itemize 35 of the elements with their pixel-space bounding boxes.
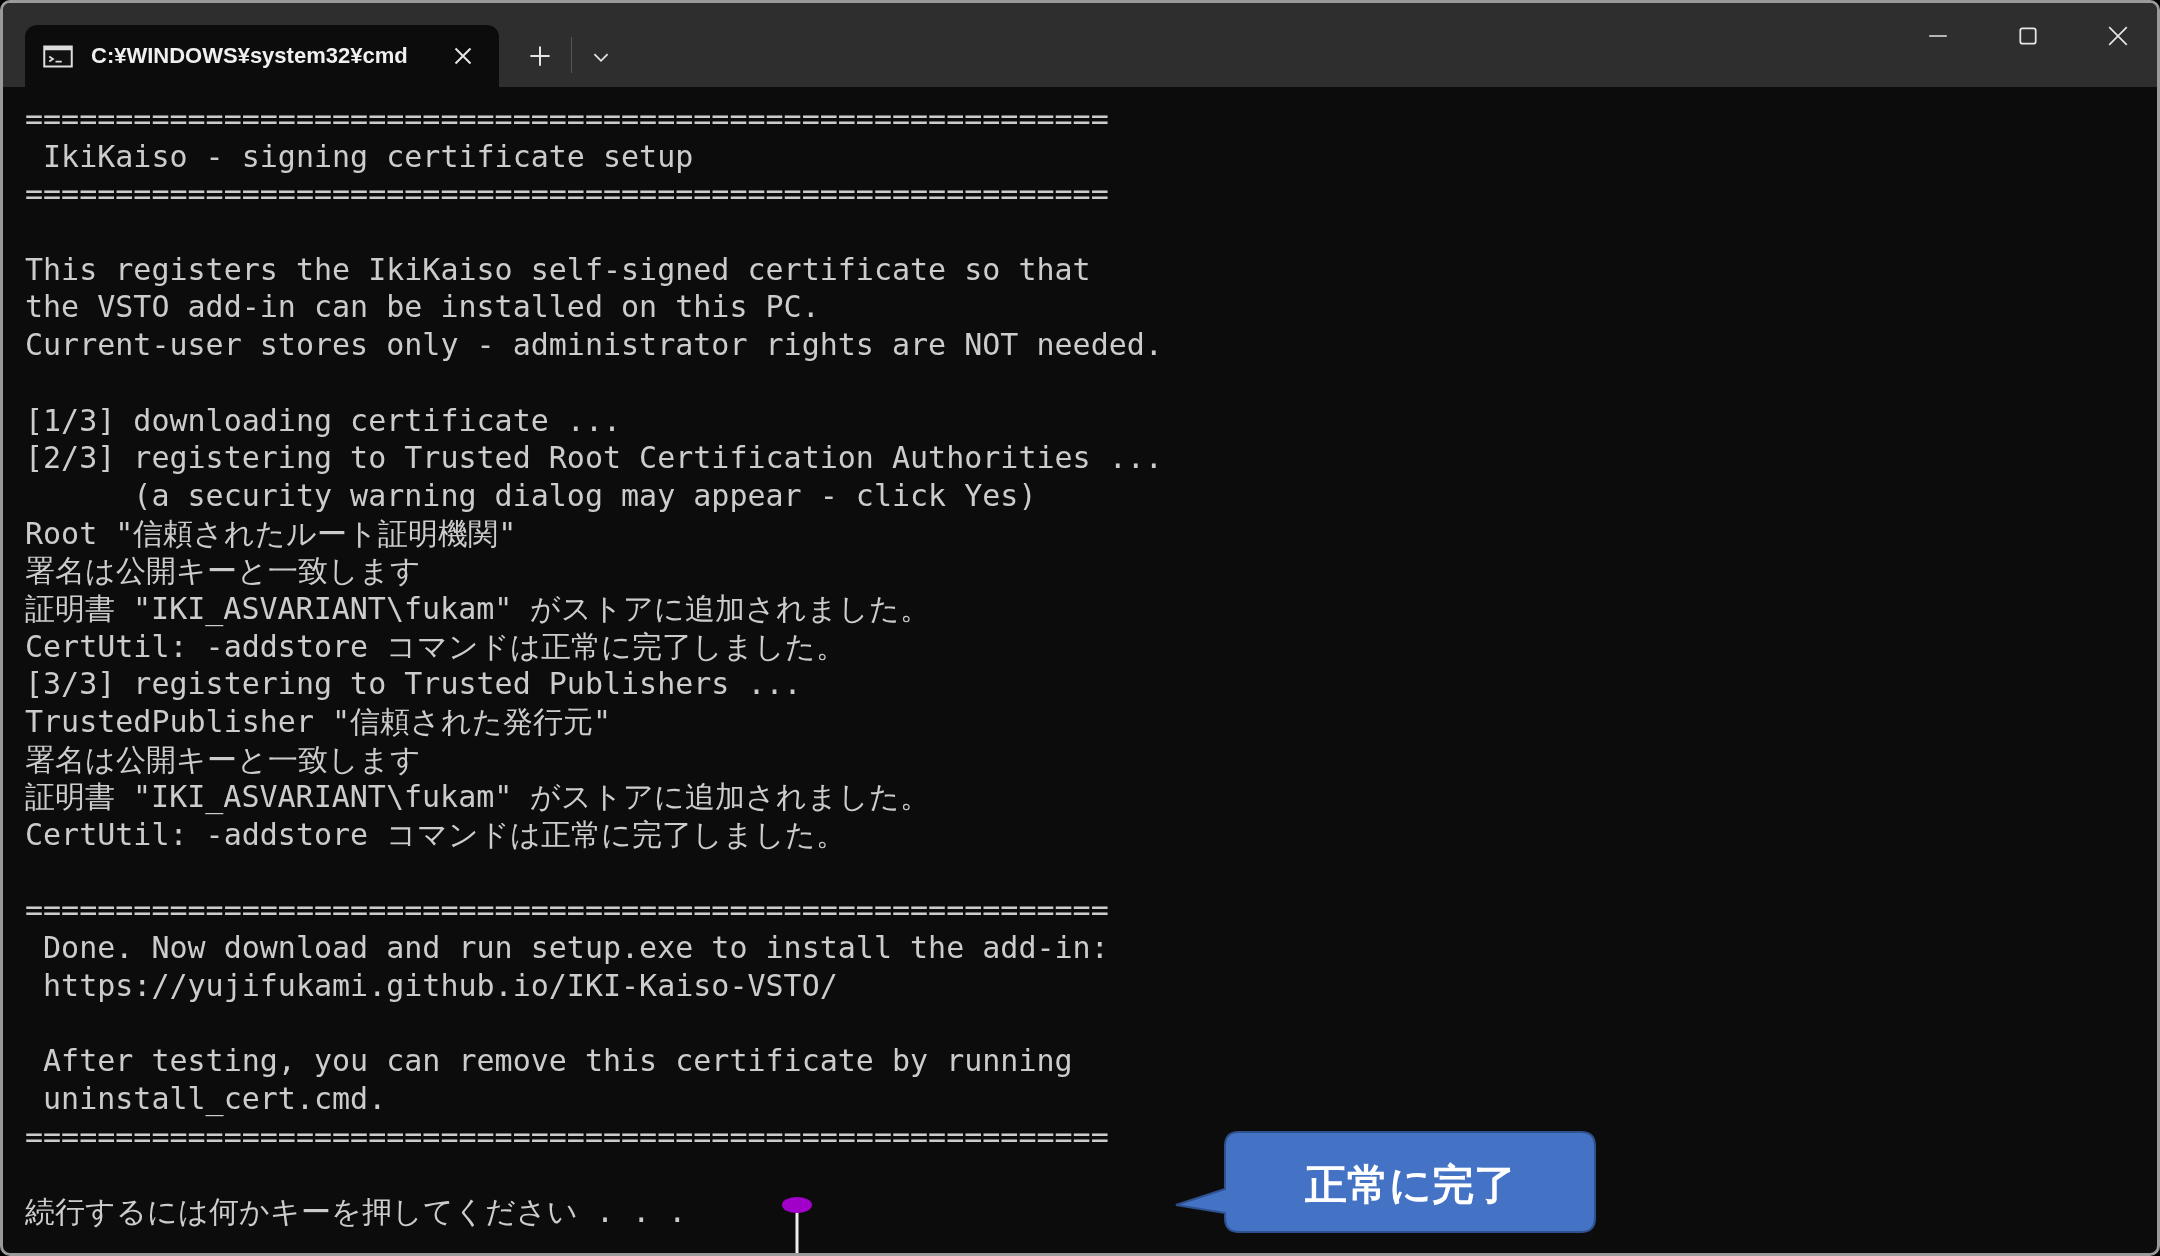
chevron-down-icon[interactable]: [592, 52, 610, 63]
console-line: the VSTO add-in can be installed on this PC.: [25, 288, 820, 327]
console-line: 署名は公開キーと一致します: [25, 740, 421, 779]
console-line: uninstall_cert.cmd.: [42, 1079, 387, 1118]
close-icon[interactable]: [2107, 25, 2129, 47]
console-line: Root "信頼されたルート証明機関": [25, 514, 517, 553]
terminal-icon: [43, 44, 73, 68]
console-line: This registers the IkiKaiso self-signed certificate so that: [25, 250, 1091, 289]
console-line: TrustedPublisher "信頼された発行元": [25, 703, 612, 741]
console-line: [1/3] downloading certificate ...: [25, 401, 622, 440]
console-line: 続行するには何かキーを押してください . . .: [25, 1192, 687, 1231]
console-line: ============================================================: [25, 100, 1109, 138]
tab-title: C:¥WINDOWS¥system32¥cmd: [91, 43, 409, 69]
callout-text: 正常に完了: [1303, 1159, 1517, 1211]
maximize-icon[interactable]: [2017, 25, 2039, 47]
console-line: [2/3] registering to Trusted Root Certification Authorities ...: [25, 439, 1163, 477]
text-cursor-icon: [781, 1196, 813, 1253]
console-line: [3/3] registering to Trusted Publishers ...: [25, 665, 802, 703]
console-line: (a security warning dialog may appear - click Yes): [132, 476, 1037, 515]
console-line: Done. Now download and run setup.exe to install the add-in:: [42, 929, 1109, 967]
console-line: 署名は公開キーと一致します: [25, 552, 421, 590]
console-line: 証明書 "IKI_ASVARIANT\fukam" がストアに追加されました。: [25, 589, 931, 628]
console-line: CertUtil: -addstore コマンドは正常に完了しました。: [25, 816, 847, 854]
console-line: https://yujifukami.github.io/IKI-Kaiso-VSTO/: [42, 966, 838, 1005]
plus-icon[interactable]: [529, 45, 551, 67]
close-icon[interactable]: [453, 46, 473, 66]
console-line: After testing, you can remove this certificate by running: [42, 1042, 1073, 1080]
console-line: ============================================================: [25, 891, 1109, 930]
console-line: ============================================================: [25, 1117, 1109, 1156]
console-line: IkiKaiso - signing certificate setup: [42, 137, 694, 176]
tab[interactable]: C:¥WINDOWS¥system32¥cmd: [25, 25, 499, 87]
console-line: Current-user stores only - administrator rights are NOT needed.: [25, 326, 1163, 364]
console-line: ============================================================: [25, 175, 1109, 214]
console-line: 証明書 "IKI_ASVARIANT\fukam" がストアに追加されました。: [25, 778, 931, 817]
console-line: CertUtil: -addstore コマンドは正常に完了しました。: [25, 627, 847, 666]
